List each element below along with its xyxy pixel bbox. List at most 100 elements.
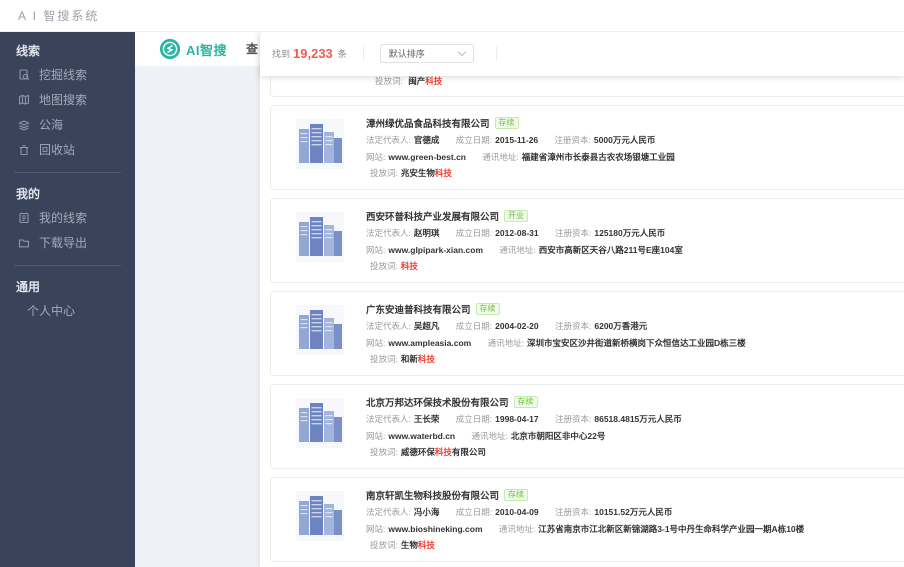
- sidebar-item-dig-clues[interactable]: 挖掘线索: [0, 62, 135, 87]
- keyword-value: 兆安生物: [400, 167, 435, 178]
- capital-label: 注册资本:: [554, 135, 591, 146]
- sidebar-item-label: 回收站: [39, 143, 76, 157]
- website-value: www.waterbd.cn: [388, 430, 456, 441]
- legal-rep-label: 法定代表人:: [366, 414, 411, 425]
- status-badge: 存续: [494, 116, 519, 130]
- keyword-highlight: 科技: [425, 76, 443, 86]
- logo-text: AI智搜: [186, 42, 228, 58]
- sidebar-item-label: 挖掘线索: [39, 68, 88, 82]
- established-value: 2010-04-09: [495, 507, 539, 518]
- company-card[interactable]: 西安环普科技产业发展有限公司 开业 法定代表人: 赵明琪 成立日期: 2012-08…: [270, 198, 904, 283]
- results-list: 投放词: 闽产科技 漳州绿优品食品科技有限公司 存续 法定代表人: 官德成 成立日: [260, 32, 904, 567]
- keyword-highlight: 科技: [417, 539, 435, 550]
- keyword-value: 威德环保: [400, 446, 435, 457]
- system-title: A I 智搜系统: [18, 9, 100, 23]
- legal-rep-label: 法定代表人:: [366, 228, 411, 239]
- company-name[interactable]: 西安环普科技产业发展有限公司: [366, 209, 499, 223]
- map-search-icon: [18, 94, 30, 106]
- legal-rep-label: 法定代表人:: [366, 135, 411, 146]
- established-value: 2004-02-20: [495, 321, 539, 332]
- website-label: 网站:: [366, 337, 386, 348]
- sort-selected-value: 默认排序: [388, 49, 425, 59]
- sidebar-section-general: 通用: [16, 280, 41, 294]
- address-label: 通讯地址:: [482, 151, 519, 162]
- layers-icon: [18, 119, 30, 131]
- sidebar-item-high-seas[interactable]: 公海: [0, 112, 135, 137]
- capital-value: 86518.4815万元人民币: [594, 414, 682, 425]
- sidebar-item-my-clues[interactable]: 我的线索: [0, 205, 135, 230]
- address-value: 西安市高新区天谷八路211号E座104室: [538, 244, 683, 255]
- chevron-down-icon: [457, 47, 467, 57]
- keyword-value: 生物: [400, 539, 418, 550]
- trash-icon: [18, 144, 30, 156]
- sidebar-divider: [14, 265, 121, 266]
- company-card[interactable]: 广东安迪普科技有限公司 存续 法定代表人: 吴超凡 成立日期: 2004-02-20…: [270, 291, 904, 376]
- sidebar-item-label: 地图搜索: [39, 93, 88, 107]
- doc-search-icon: [18, 68, 30, 81]
- sidebar-item-label: 我的线索: [39, 211, 88, 225]
- company-thumbnail: [296, 305, 344, 355]
- keyword-label: 投放词:: [370, 167, 398, 178]
- address-label: 通讯地址:: [487, 337, 524, 348]
- result-count: 19,233: [293, 46, 333, 61]
- company-name[interactable]: 南京轩凯生物科技股份有限公司: [366, 488, 499, 502]
- capital-label: 注册资本:: [555, 414, 592, 425]
- website-label: 网站:: [366, 523, 386, 534]
- folder-export-icon: [18, 237, 30, 249]
- established-label: 成立日期:: [455, 135, 493, 146]
- legal-rep-value: 王长荣: [413, 414, 440, 425]
- sidebar: 线索 挖掘线索 地图搜索 公海 回收站 我的 我的线索 下载导出 通用 个人中心: [0, 32, 135, 567]
- company-name[interactable]: 漳州绿优品食品科技有限公司: [366, 116, 490, 130]
- sidebar-item-personal-center[interactable]: 个人中心: [0, 298, 135, 323]
- company-name[interactable]: 广东安迪普科技有限公司: [366, 302, 471, 316]
- established-label: 成立日期:: [455, 228, 493, 239]
- established-value: 2015-11-26: [495, 135, 539, 146]
- keyword-label: 投放词:: [370, 446, 398, 457]
- sort-dropdown[interactable]: 默认排序: [379, 44, 474, 63]
- company-thumbnail: [296, 491, 344, 541]
- top-strip: A I 智搜系统: [0, 0, 904, 32]
- sidebar-section-mine: 我的: [16, 187, 41, 201]
- found-prefix: 找到: [272, 49, 291, 59]
- address-label: 通讯地址:: [498, 523, 536, 534]
- sidebar-item-label: 下载导出: [39, 236, 88, 250]
- company-thumbnail: [296, 119, 344, 169]
- legal-rep-value: 官德成: [413, 135, 440, 146]
- website-value: www.glpipark-xian.com: [388, 244, 483, 255]
- legal-rep-label: 法定代表人:: [366, 507, 411, 518]
- keyword-value: 和新: [400, 353, 418, 364]
- toolbar-divider: [362, 46, 364, 61]
- capital-value: 6200万香港元: [594, 321, 648, 332]
- keyword-highlight: 科技: [434, 167, 452, 178]
- status-badge: 开业: [504, 209, 529, 223]
- legal-rep-value: 冯小海: [413, 507, 440, 518]
- legal-rep-value: 赵明琪: [413, 228, 440, 239]
- website-label: 网站:: [366, 244, 386, 255]
- legal-rep-value: 吴超凡: [413, 321, 440, 332]
- sidebar-item-recycle-bin[interactable]: 回收站: [0, 137, 135, 162]
- legal-rep-label: 法定代表人:: [366, 321, 411, 332]
- established-label: 成立日期:: [455, 507, 493, 518]
- status-badge: 存续: [504, 488, 529, 502]
- sidebar-item-map-search[interactable]: 地图搜索: [0, 87, 135, 112]
- keyword-highlight: 科技: [400, 260, 418, 271]
- company-name[interactable]: 北京万邦达环保技术股份有限公司: [366, 395, 509, 409]
- keyword-label: 投放词:: [370, 260, 398, 271]
- website-value: www.bioshineking.com: [388, 523, 483, 534]
- company-thumbnail: [296, 398, 344, 448]
- keyword-label: 投放词:: [370, 353, 398, 364]
- sidebar-item-download-export[interactable]: 下载导出: [0, 230, 135, 255]
- keyword-label: 投放词:: [370, 539, 398, 550]
- company-card[interactable]: 南京轩凯生物科技股份有限公司 存续 法定代表人: 冯小海 成立日期: 2010-04…: [270, 477, 904, 562]
- capital-value: 125180万元人民币: [594, 228, 666, 239]
- website-value: www.green-best.cn: [388, 151, 466, 162]
- logo-icon: [159, 38, 181, 60]
- company-card[interactable]: 北京万邦达环保技术股份有限公司 存续 法定代表人: 王长荣 成立日期: 1998-0…: [270, 384, 904, 469]
- address-label: 通讯地址:: [471, 430, 508, 441]
- website-label: 网站:: [366, 430, 386, 441]
- sidebar-item-label: 个人中心: [27, 304, 76, 318]
- company-card[interactable]: 漳州绿优品食品科技有限公司 存续 法定代表人: 官德成 成立日期: 2015-11-…: [270, 105, 904, 190]
- capital-value: 5000万元人民币: [593, 135, 656, 146]
- partially-hidden-header-text: 查: [246, 42, 259, 55]
- app-logo[interactable]: AI智搜: [159, 38, 227, 60]
